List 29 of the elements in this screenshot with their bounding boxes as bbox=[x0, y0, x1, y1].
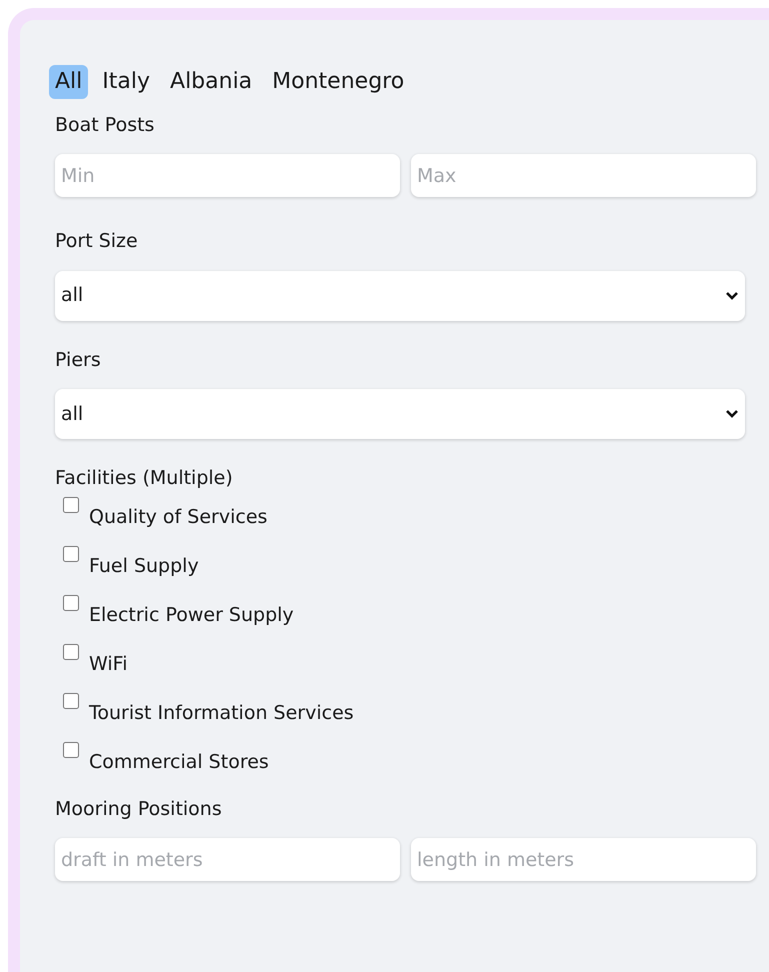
max-field[interactable]: Max bbox=[411, 154, 756, 198]
checkbox[interactable] bbox=[63, 692, 79, 709]
checkbox-label: Tourist Information Services bbox=[89, 700, 354, 726]
country-tab[interactable]: Montenegro bbox=[266, 65, 410, 99]
min-field[interactable]: Min bbox=[55, 154, 400, 198]
field-label: Facilities (Multiple) bbox=[55, 466, 234, 492]
draft-field[interactable]: draft in meters bbox=[55, 838, 400, 882]
checkbox[interactable] bbox=[63, 594, 79, 611]
field-label: Port Size bbox=[55, 229, 139, 254]
checkbox[interactable] bbox=[63, 644, 79, 660]
chevron-down-icon bbox=[725, 409, 739, 420]
checkbox[interactable] bbox=[63, 496, 79, 513]
checkbox[interactable] bbox=[63, 546, 79, 562]
field-label: Mooring Positions bbox=[55, 796, 223, 822]
chevron-down-icon bbox=[725, 290, 739, 301]
checkbox[interactable] bbox=[63, 742, 79, 758]
field-label: Piers bbox=[55, 348, 102, 373]
field-label: Boat Posts bbox=[55, 112, 156, 138]
checkbox-label: Commercial Stores bbox=[89, 750, 269, 775]
checkbox-label: Electric Power Supply bbox=[89, 602, 294, 628]
checkbox-label: Quality of Services bbox=[89, 504, 268, 530]
country-tab[interactable]: Albania bbox=[164, 65, 258, 99]
checkbox-label: Fuel Supply bbox=[89, 554, 199, 579]
select-field[interactable]: all bbox=[55, 270, 745, 321]
country-tab[interactable]: All bbox=[49, 65, 88, 99]
country-tab[interactable]: Italy bbox=[96, 65, 156, 99]
select-field[interactable]: all bbox=[55, 389, 745, 440]
length-field[interactable]: length in meters bbox=[411, 838, 756, 882]
checkbox-label: WiFi bbox=[89, 652, 128, 677]
